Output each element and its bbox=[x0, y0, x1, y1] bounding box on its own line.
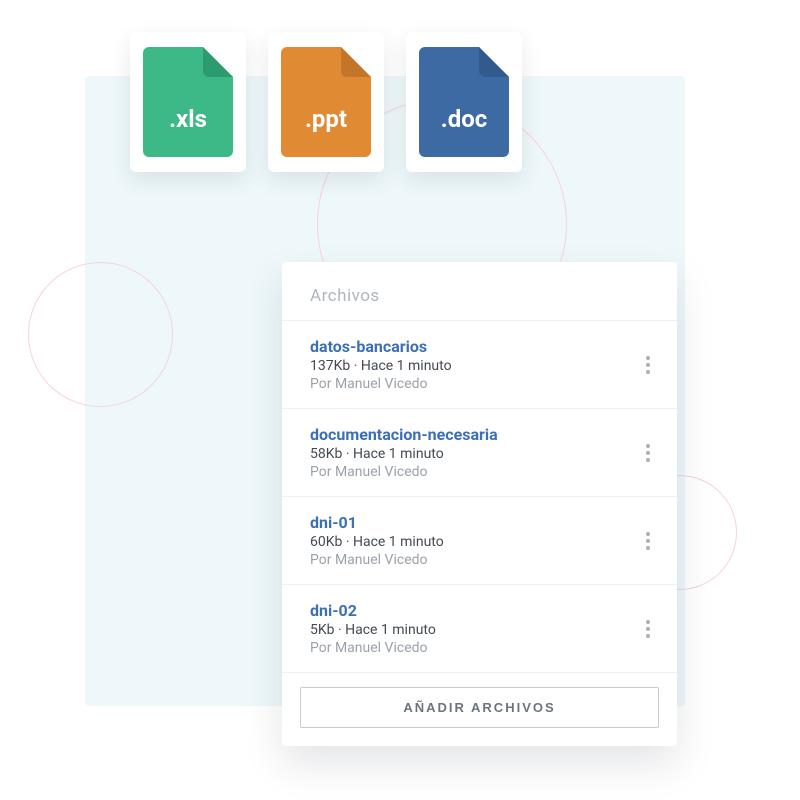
kebab-menu-icon[interactable] bbox=[637, 442, 659, 464]
files-card-header: Archivos bbox=[282, 262, 677, 320]
file-icon-doc: .doc bbox=[406, 32, 522, 172]
file-icon-xls: .xls bbox=[130, 32, 246, 172]
file-meta: 58Kb · Hace 1 minuto bbox=[310, 446, 621, 462]
file-type-icons-row: .xls .ppt .doc bbox=[130, 32, 522, 172]
file-title: dni-01 bbox=[310, 513, 621, 532]
files-card: Archivos datos-bancarios 137Kb · Hace 1 … bbox=[282, 262, 677, 746]
files-card-footer: AÑADIR ARCHIVOS bbox=[282, 672, 677, 746]
file-ext-label: .xls bbox=[169, 105, 207, 133]
file-list-item[interactable]: datos-bancarios 137Kb · Hace 1 minuto Po… bbox=[282, 320, 677, 408]
file-meta: 5Kb · Hace 1 minuto bbox=[310, 622, 621, 638]
kebab-menu-icon[interactable] bbox=[637, 354, 659, 376]
decorative-circle bbox=[28, 262, 173, 407]
file-author: Por Manuel Vicedo bbox=[310, 552, 621, 568]
file-author: Por Manuel Vicedo bbox=[310, 464, 621, 480]
file-list-item[interactable]: dni-01 60Kb · Hace 1 minuto Por Manuel V… bbox=[282, 496, 677, 584]
file-ext-label: .doc bbox=[441, 105, 488, 133]
file-meta: 60Kb · Hace 1 minuto bbox=[310, 534, 621, 550]
file-title: documentacion-necesaria bbox=[310, 425, 621, 444]
file-meta: 137Kb · Hace 1 minuto bbox=[310, 358, 621, 374]
file-title: datos-bancarios bbox=[310, 337, 621, 356]
file-ext-label: .ppt bbox=[305, 105, 347, 133]
kebab-menu-icon[interactable] bbox=[637, 530, 659, 552]
file-author: Por Manuel Vicedo bbox=[310, 640, 621, 656]
file-list-item[interactable]: documentacion-necesaria 58Kb · Hace 1 mi… bbox=[282, 408, 677, 496]
file-author: Por Manuel Vicedo bbox=[310, 376, 621, 392]
file-list-item[interactable]: dni-02 5Kb · Hace 1 minuto Por Manuel Vi… bbox=[282, 584, 677, 672]
add-files-button[interactable]: AÑADIR ARCHIVOS bbox=[300, 687, 659, 728]
file-icon-ppt: .ppt bbox=[268, 32, 384, 172]
kebab-menu-icon[interactable] bbox=[637, 618, 659, 640]
file-title: dni-02 bbox=[310, 601, 621, 620]
